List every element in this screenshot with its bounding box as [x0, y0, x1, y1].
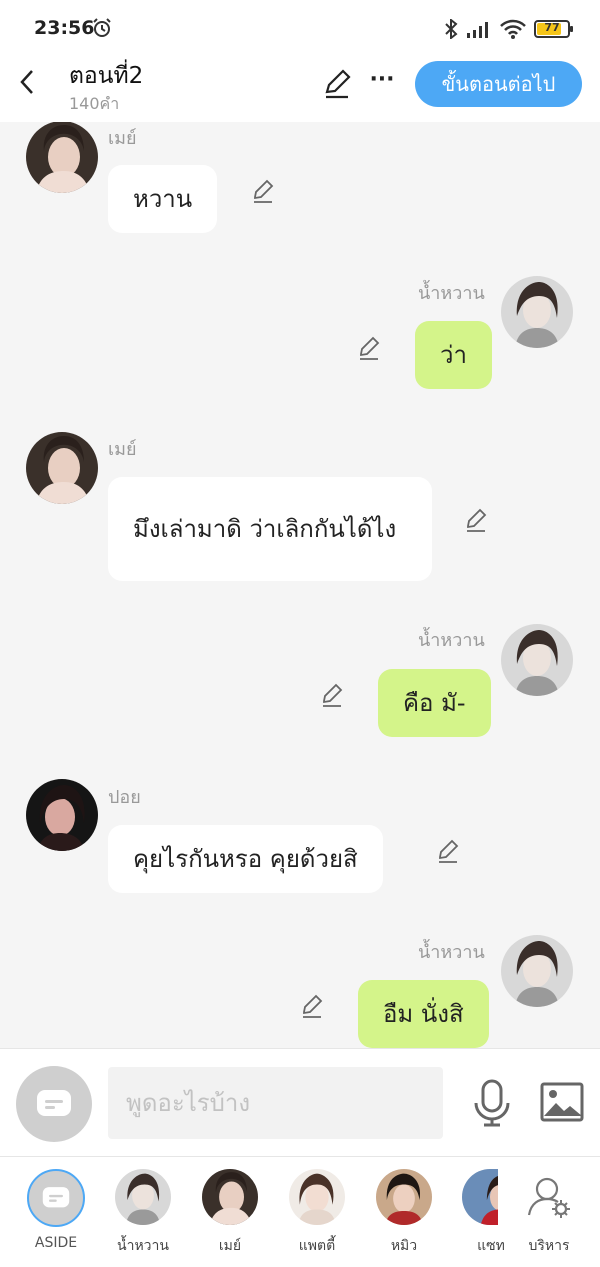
character-namwan[interactable]: น้ำหวาน	[103, 1169, 183, 1257]
character-patty[interactable]: แพตตี้	[277, 1169, 357, 1257]
more-icon[interactable]: ···	[368, 66, 396, 98]
avatar	[202, 1169, 258, 1225]
battery-level: 77	[544, 21, 560, 34]
avatar[interactable]	[501, 935, 573, 1007]
avatar[interactable]	[26, 432, 98, 504]
manage-user-icon	[527, 1177, 570, 1218]
avatar[interactable]	[26, 122, 98, 193]
manage-characters-button[interactable]: บริหาร	[509, 1169, 589, 1257]
avatar	[115, 1169, 171, 1225]
sender-name: ปอย	[108, 787, 141, 808]
message-bubble[interactable]: อืม นั่งสิ	[358, 980, 489, 1048]
message-text: หวาน	[133, 185, 193, 213]
avatar	[27, 1169, 85, 1227]
sender-name: น้ำหวาน	[418, 630, 485, 651]
message-text: ว่า	[440, 341, 467, 369]
message-bubble[interactable]: คือ มั-	[378, 669, 491, 737]
aside-toggle-button[interactable]	[16, 1066, 92, 1142]
alarm-icon	[93, 18, 111, 37]
composer	[0, 1048, 600, 1156]
message-text: คือ มั-	[403, 689, 466, 717]
pen-icon[interactable]	[251, 178, 277, 204]
character-mew[interactable]: หมิว	[364, 1169, 444, 1257]
battery-icon: 77	[534, 20, 573, 38]
message-bubble[interactable]: คุยไรกันหรอ คุยด้วยสิ	[108, 825, 383, 893]
pen-icon[interactable]	[464, 507, 490, 533]
message-text: มึงเล่ามาดิ ว่าเลิกกันได้ไง	[133, 515, 397, 543]
sender-name: เมย์	[108, 128, 137, 149]
pen-icon[interactable]	[300, 993, 326, 1019]
character-label: แพตตี้	[298, 1238, 336, 1254]
sender-name: น้ำหวาน	[418, 283, 485, 304]
avatar	[462, 1169, 498, 1225]
character-label: บริหาร	[528, 1238, 570, 1254]
chat-area[interactable]: เมย์ หวาน น้ำหวาน ว่า เมย์ มึงเล่ามาดิ ว…	[0, 122, 600, 1048]
status-bar: 23:56 77	[0, 0, 600, 56]
word-count: 140คำ	[69, 94, 120, 113]
pen-icon[interactable]	[320, 682, 346, 708]
message-input[interactable]	[108, 1067, 443, 1139]
avatar[interactable]	[501, 276, 573, 348]
avatar[interactable]	[501, 624, 573, 696]
character-label: หมิว	[390, 1238, 418, 1254]
message-text: อืม นั่งสิ	[383, 1000, 464, 1028]
avatar[interactable]	[26, 779, 98, 851]
status-icons: 77	[444, 17, 573, 41]
character-label: ASIDE	[34, 1235, 78, 1251]
chapter-header: ตอนที่2 140คำ ··· ขั้นตอนต่อไป	[0, 56, 600, 122]
character-aside[interactable]: ASIDE	[16, 1169, 96, 1251]
message-bubble[interactable]: ว่า	[415, 321, 492, 389]
page-title: ตอนที่2	[69, 63, 144, 89]
message-bubble[interactable]: หวาน	[108, 165, 218, 233]
character-mei[interactable]: เมย์	[190, 1169, 270, 1257]
bluetooth-icon	[445, 19, 458, 39]
signal-icon	[467, 22, 488, 38]
chat-bubble-icon	[42, 1187, 70, 1208]
mic-icon[interactable]	[470, 1079, 514, 1127]
wifi-icon	[500, 19, 526, 39]
message-bubble[interactable]: มึงเล่ามาดิ ว่าเลิกกันได้ไง	[108, 477, 432, 581]
pen-icon[interactable]	[357, 335, 383, 361]
back-button[interactable]	[12, 64, 42, 100]
avatar	[376, 1169, 432, 1225]
image-icon[interactable]	[540, 1082, 584, 1122]
character-label: เมย์	[218, 1238, 242, 1254]
status-time: 23:56	[34, 17, 95, 39]
back-arrow-icon	[20, 70, 33, 94]
edit-chapter-button[interactable]	[322, 68, 354, 100]
sender-name: น้ำหวาน	[418, 942, 485, 963]
character-label: น้ำหวาน	[117, 1238, 169, 1254]
avatar	[289, 1169, 345, 1225]
next-step-button[interactable]: ขั้นตอนต่อไป	[415, 61, 582, 107]
sender-name: เมย์	[108, 439, 137, 460]
pen-icon[interactable]	[436, 838, 462, 864]
chat-bubble-icon	[37, 1090, 71, 1116]
character-bar: ASIDE น้ำหวาน เมย์ แพตตี้ หมิว แซท บริหา…	[0, 1156, 600, 1267]
message-text: คุยไรกันหรอ คุยด้วยสิ	[133, 845, 358, 873]
